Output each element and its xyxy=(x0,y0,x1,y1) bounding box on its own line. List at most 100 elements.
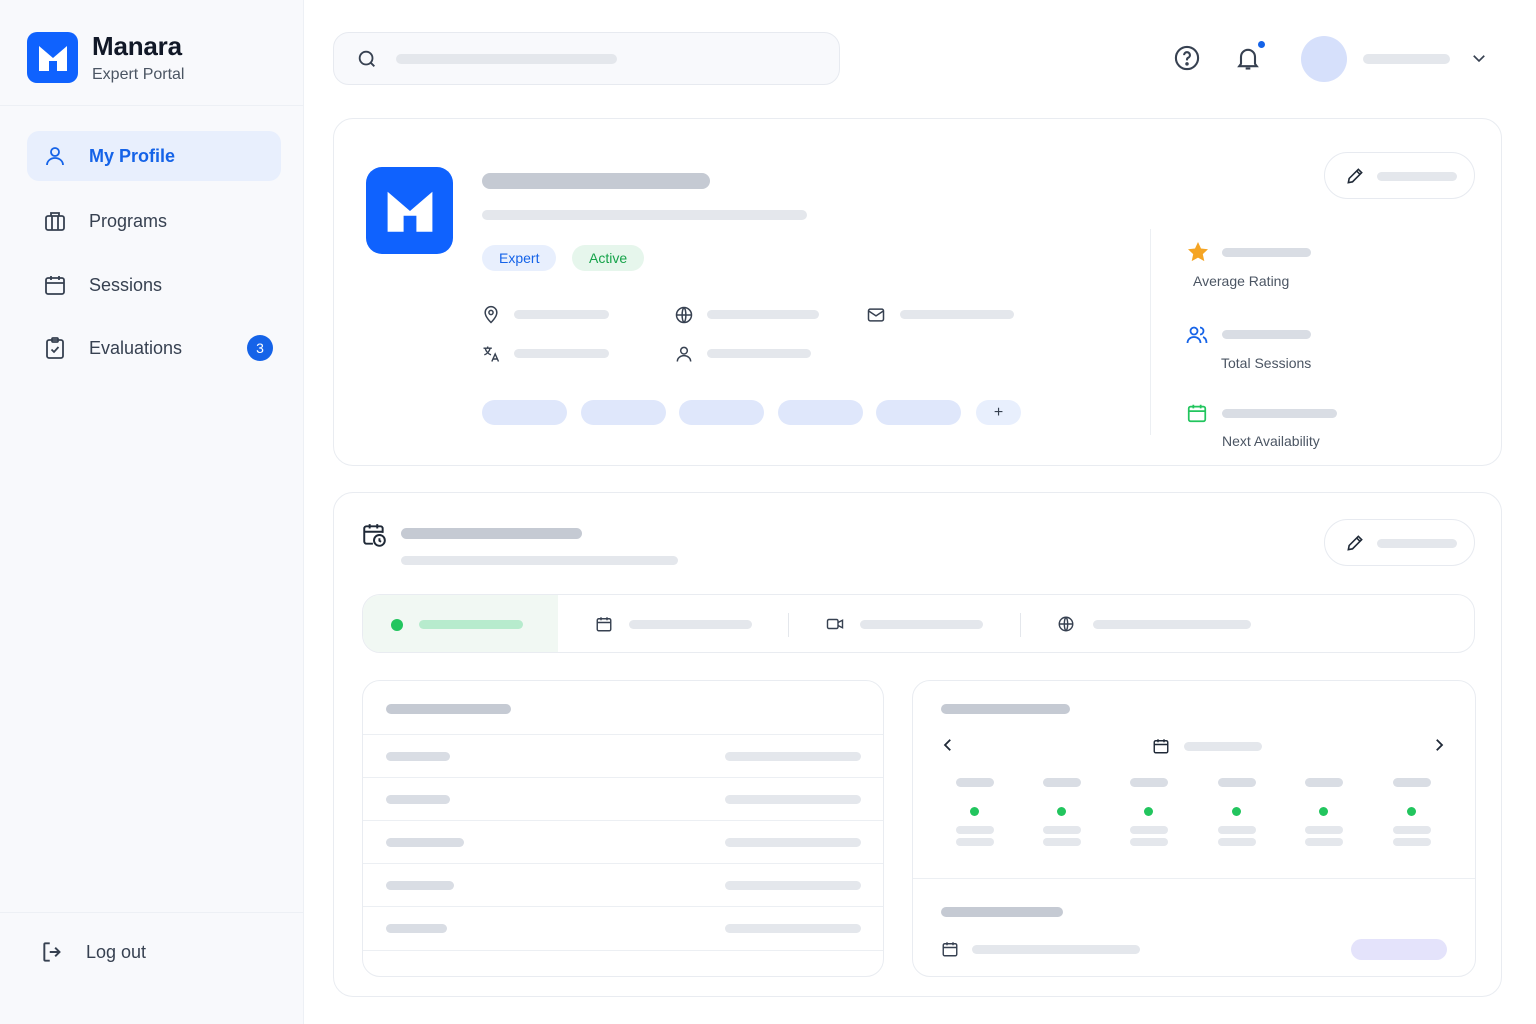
manara-logo-icon[interactable] xyxy=(27,32,78,83)
notification-dot xyxy=(1256,39,1267,50)
next-week-button[interactable] xyxy=(1430,736,1450,756)
section-title-placeholder xyxy=(401,528,582,539)
calendar-day[interactable] xyxy=(1305,778,1345,853)
skill-tag[interactable] xyxy=(581,400,666,425)
tab-label-placeholder xyxy=(419,620,523,629)
table-row[interactable] xyxy=(363,735,883,778)
logout-icon xyxy=(43,942,61,962)
search-placeholder xyxy=(396,54,617,64)
available-dot xyxy=(1144,807,1153,816)
user-menu-toggle[interactable] xyxy=(1470,49,1488,67)
globe-icon xyxy=(1058,616,1074,632)
hours-placeholder xyxy=(725,838,861,847)
star-icon xyxy=(1188,242,1208,262)
brand-name: Manara xyxy=(92,31,182,61)
stats-divider xyxy=(1150,229,1151,435)
sidebar: Manara Expert Portal My Profile Programs… xyxy=(0,0,304,1024)
help-icon xyxy=(1174,45,1200,71)
edit-availability-button[interactable] xyxy=(1324,519,1475,566)
tab-label-placeholder xyxy=(860,620,983,629)
sidebar-item-label: Evaluations xyxy=(89,337,183,358)
calendar-icon xyxy=(1187,404,1207,423)
sidebar-item-my-profile[interactable]: My Profile xyxy=(27,131,281,181)
tab-status[interactable] xyxy=(363,595,558,652)
add-skill-button[interactable]: + xyxy=(976,400,1021,425)
calendar-icon xyxy=(942,942,958,957)
tab-label-placeholder xyxy=(629,620,752,629)
week-range-placeholder xyxy=(1184,742,1262,751)
expert-badge: Expert xyxy=(482,245,557,271)
hours-placeholder xyxy=(725,881,861,890)
tab-date[interactable] xyxy=(559,595,787,652)
sidebar-item-label: Sessions xyxy=(89,274,163,295)
row-divider xyxy=(363,950,883,951)
skill-tag[interactable] xyxy=(778,400,863,425)
rating-value-placeholder xyxy=(1222,248,1311,257)
sessions-value-placeholder xyxy=(1222,330,1311,339)
mail-icon xyxy=(867,308,885,322)
availability-value-placeholder xyxy=(1222,409,1337,418)
briefcase-icon xyxy=(45,212,65,231)
table-row[interactable] xyxy=(363,821,883,864)
help-button[interactable] xyxy=(1173,44,1201,72)
sidebar-item-label: Programs xyxy=(89,210,168,231)
active-status-badge: Active xyxy=(572,245,645,271)
video-camera-icon xyxy=(826,618,844,630)
calendar-day[interactable] xyxy=(1130,778,1170,853)
gender-placeholder xyxy=(707,349,811,358)
upcoming-action-button[interactable] xyxy=(1351,939,1447,960)
day-placeholder xyxy=(386,752,450,761)
calendar-day[interactable] xyxy=(1043,778,1083,853)
availability-card xyxy=(333,492,1502,997)
section-subtitle-placeholder xyxy=(401,556,678,565)
table-row[interactable] xyxy=(363,778,883,821)
profile-name-placeholder xyxy=(482,173,710,189)
tab-timezone[interactable] xyxy=(1021,595,1474,652)
calendar-divider xyxy=(913,878,1475,879)
calendar-day[interactable] xyxy=(1218,778,1258,853)
chevron-left-icon xyxy=(943,739,951,751)
brand-subtitle: Expert Portal xyxy=(92,66,185,83)
sidebar-item-label: My Profile xyxy=(89,145,176,166)
skill-tag[interactable] xyxy=(679,400,764,425)
skill-tag[interactable] xyxy=(876,400,961,425)
table-row[interactable] xyxy=(363,907,883,950)
edit-label-placeholder xyxy=(1377,172,1457,181)
upcoming-title-placeholder xyxy=(941,907,1063,917)
schedule-table xyxy=(362,680,884,977)
profile-logo-icon xyxy=(366,167,453,254)
brand-header: Manara Expert Portal xyxy=(0,0,304,106)
website-placeholder xyxy=(707,310,819,319)
available-dot xyxy=(1232,807,1241,816)
hours-placeholder xyxy=(725,795,861,804)
skill-tag[interactable] xyxy=(482,400,567,425)
calendar-day[interactable] xyxy=(1393,778,1433,853)
edit-profile-button[interactable] xyxy=(1324,152,1475,199)
email-placeholder xyxy=(900,310,1014,319)
available-dot xyxy=(1319,807,1328,816)
sidebar-item-programs[interactable]: Programs xyxy=(27,196,281,246)
person-icon xyxy=(676,346,692,362)
tab-video[interactable] xyxy=(789,595,1019,652)
logout-button[interactable]: Log out xyxy=(40,939,146,965)
table-row[interactable] xyxy=(363,864,883,907)
calendar-day[interactable] xyxy=(956,778,996,853)
location-pin-icon xyxy=(484,305,498,324)
calendar-title-placeholder xyxy=(941,704,1070,714)
status-dot xyxy=(391,619,403,631)
evaluations-count-badge: 3 xyxy=(247,335,273,361)
sidebar-item-sessions[interactable]: Sessions xyxy=(27,260,281,310)
prev-week-button[interactable] xyxy=(939,736,959,756)
tab-label-placeholder xyxy=(1093,620,1251,629)
search-input[interactable] xyxy=(333,32,840,85)
calendar-icon xyxy=(1153,739,1169,754)
languages-placeholder xyxy=(514,349,609,358)
users-icon xyxy=(1186,326,1208,344)
sidebar-item-evaluations[interactable]: Evaluations 3 xyxy=(27,323,281,373)
table-title-placeholder xyxy=(386,704,511,714)
day-placeholder xyxy=(386,924,447,933)
sidebar-footer: Log out xyxy=(0,912,304,1024)
chevron-down-icon xyxy=(1473,55,1485,63)
avatar[interactable] xyxy=(1301,36,1347,82)
pencil-icon xyxy=(1347,168,1363,184)
